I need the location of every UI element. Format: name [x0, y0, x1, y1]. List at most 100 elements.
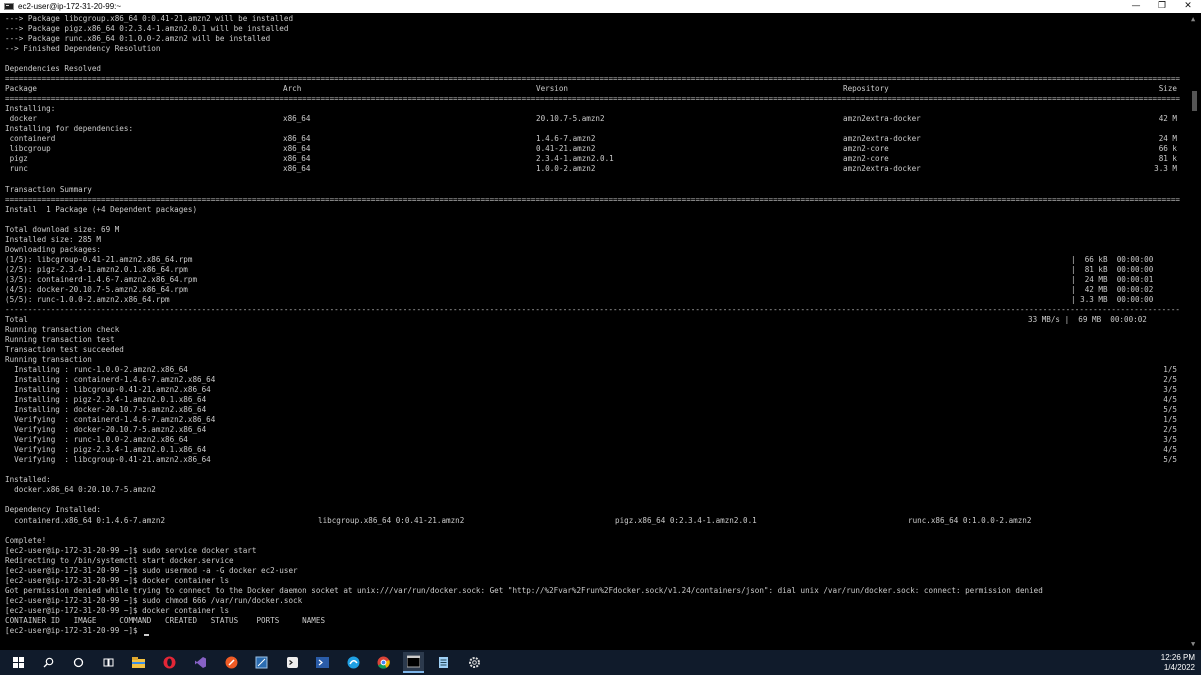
terminal-output[interactable]: ---> Package libcgroup.x86_64 0:0.41-21.… — [0, 13, 1188, 650]
system-clock[interactable]: 12:26 PM 1/4/2022 — [1161, 653, 1195, 673]
download-stats: | 3.3 MB 00:00:00 — [1071, 294, 1154, 304]
step-progress: 1/5 — [1163, 365, 1177, 375]
shell-line: Got permission denied while trying to co… — [5, 585, 1043, 595]
task-view-icon[interactable] — [98, 652, 119, 673]
download-file: (1/5): libcgroup-0.41-21.amzn2.x86_64.rp… — [5, 254, 193, 264]
transaction-step: Installing : libcgroup-0.41-21.amzn2.x86… — [5, 385, 211, 395]
settings-icon[interactable] — [464, 652, 485, 673]
shell-line: [ec2-user@ip-172-31-20-99 ~]$ docker con… — [5, 575, 230, 585]
installed-dependency: runc.x86_64 0:1.0.0-2.amzn2 — [908, 515, 1032, 525]
output-line: Running transaction check — [5, 324, 120, 334]
close-button[interactable]: ✕ — [1175, 0, 1201, 13]
opera-icon[interactable] — [159, 652, 180, 673]
package-version: 20.10.7-5.amzn2 — [536, 114, 605, 124]
maximize-button[interactable]: ❐ — [1149, 0, 1175, 13]
package-version: 0.41-21.amzn2 — [536, 144, 596, 154]
transaction-step: Installing : pigz-2.3.4-1.amzn2.0.1.x86_… — [5, 395, 207, 405]
output-line: Transaction test succeeded — [5, 344, 124, 354]
shell-line: [ec2-user@ip-172-31-20-99 ~]$ docker con… — [5, 605, 230, 615]
vertical-scrollbar[interactable]: ▲ ▼ — [1188, 13, 1201, 650]
transaction-step: Installing : containerd-1.4.6-7.amzn2.x8… — [5, 375, 216, 385]
download-stats: | 24 MB 00:00:01 — [1071, 274, 1154, 284]
output-line: Running transaction test — [5, 334, 115, 344]
output-line: Installed size: 285 M — [5, 234, 102, 244]
scroll-up-arrow-icon[interactable]: ▲ — [1191, 15, 1195, 23]
download-stats: | 66 kB 00:00:00 — [1071, 254, 1154, 264]
package-version: 2.3.4-1.amzn2.0.1 — [536, 154, 614, 164]
section-label: Installing: — [5, 104, 56, 114]
table-separator: ========================================… — [5, 94, 1180, 104]
installed-dependency: pigz.x86_64 0:2.3.4-1.amzn2.0.1 — [615, 515, 757, 525]
terminal-app-icon[interactable] — [282, 652, 303, 673]
edge-icon[interactable] — [343, 652, 364, 673]
remote-desktop-icon[interactable] — [251, 652, 272, 673]
output-line: Total download size: 69 M — [5, 224, 120, 234]
output-line: Downloading packages: — [5, 244, 102, 254]
package-arch: x86_64 — [283, 154, 311, 164]
step-progress: 4/5 — [1163, 445, 1177, 455]
package-repo: amzn2-core — [843, 154, 889, 164]
package-arch: x86_64 — [283, 164, 311, 174]
postman-icon[interactable] — [221, 652, 242, 673]
shell-line: CONTAINER ID IMAGE COMMAND CREATED STATU… — [5, 615, 326, 625]
table-separator: ========================================… — [5, 74, 1180, 84]
file-explorer-icon[interactable] — [128, 652, 149, 673]
output-line: Running transaction — [5, 355, 92, 365]
package-size: 81 k — [1158, 154, 1177, 164]
download-separator: ----------------------------------------… — [5, 304, 1180, 314]
package-name: docker — [5, 114, 38, 124]
search-icon[interactable] — [38, 652, 59, 673]
step-progress: 5/5 — [1163, 455, 1177, 465]
shell-prompt: [ec2-user@ip-172-31-20-99 ~]$ — [5, 626, 150, 636]
shell-line: [ec2-user@ip-172-31-20-99 ~]$ sudo servi… — [5, 545, 257, 555]
minimize-button[interactable]: — — [1123, 0, 1149, 13]
shell-line: [ec2-user@ip-172-31-20-99 ~]$ sudo userm… — [5, 565, 298, 575]
table-separator: ========================================… — [5, 194, 1180, 204]
package-name: runc — [5, 164, 28, 174]
visual-studio-icon[interactable] — [190, 652, 211, 673]
step-progress: 4/5 — [1163, 395, 1177, 405]
package-repo: amzn2extra-docker — [843, 134, 921, 144]
package-size: 42 M — [1158, 114, 1177, 124]
cmd-icon[interactable] — [403, 652, 424, 673]
package-repo: amzn2extra-docker — [843, 114, 921, 124]
output-line: ---> Package libcgroup.x86_64 0:0.41-21.… — [5, 14, 294, 23]
section-label: Dependency Installed: — [5, 505, 102, 515]
transaction-step: Installing : docker-20.10.7-5.amzn2.x86_… — [5, 405, 207, 415]
package-repo: amzn2-core — [843, 144, 889, 154]
notepad-icon[interactable] — [433, 652, 454, 673]
download-file: (5/5): runc-1.0.0-2.amzn2.x86_64.rpm — [5, 294, 170, 304]
clock-time: 12:26 PM — [1160, 653, 1195, 662]
download-file: (3/5): containerd-1.4.6-7.amzn2.x86_64.r… — [5, 274, 198, 284]
clock-date: 1/4/2022 — [1163, 663, 1195, 672]
table-header-version: Version — [536, 84, 569, 94]
transaction-step: Verifying : docker-20.10.7-5.amzn2.x86_6… — [5, 425, 207, 435]
step-progress: 1/5 — [1163, 415, 1177, 425]
package-version: 1.4.6-7.amzn2 — [536, 134, 596, 144]
table-header-repository: Repository — [843, 84, 889, 94]
package-name: containerd — [5, 134, 56, 144]
step-progress: 3/5 — [1163, 385, 1177, 395]
transaction-step: Verifying : pigz-2.3.4-1.amzn2.0.1.x86_6… — [5, 445, 207, 455]
powershell-icon[interactable] — [312, 652, 333, 673]
section-label: Transaction Summary — [5, 184, 92, 194]
table-header-package: Package — [5, 84, 38, 94]
chrome-icon[interactable] — [373, 652, 394, 673]
section-label: Installed: — [5, 475, 51, 485]
transaction-step: Installing : runc-1.0.0-2.amzn2.x86_64 — [5, 365, 188, 375]
scrollbar-thumb[interactable] — [1192, 91, 1197, 111]
cortana-icon[interactable] — [68, 652, 89, 673]
download-stats: | 81 kB 00:00:00 — [1071, 264, 1154, 274]
output-line: Install 1 Package (+4 Dependent packages… — [5, 204, 198, 214]
step-progress: 5/5 — [1163, 405, 1177, 415]
scroll-down-arrow-icon[interactable]: ▼ — [1191, 640, 1195, 648]
title-bar: ec2-user@ip-172-31-20-99:~ — ❐ ✕ — [0, 0, 1201, 13]
download-stats: | 42 MB 00:00:02 — [1071, 284, 1154, 294]
step-progress: 2/5 — [1163, 425, 1177, 435]
output-line: docker.x86_64 0:20.10.7-5.amzn2 — [5, 485, 156, 495]
package-name: libcgroup — [5, 144, 51, 154]
package-arch: x86_64 — [283, 114, 311, 124]
windows-start-icon[interactable] — [8, 652, 29, 673]
section-label: Installing for dependencies: — [5, 124, 134, 134]
package-name: pigz — [5, 154, 28, 164]
